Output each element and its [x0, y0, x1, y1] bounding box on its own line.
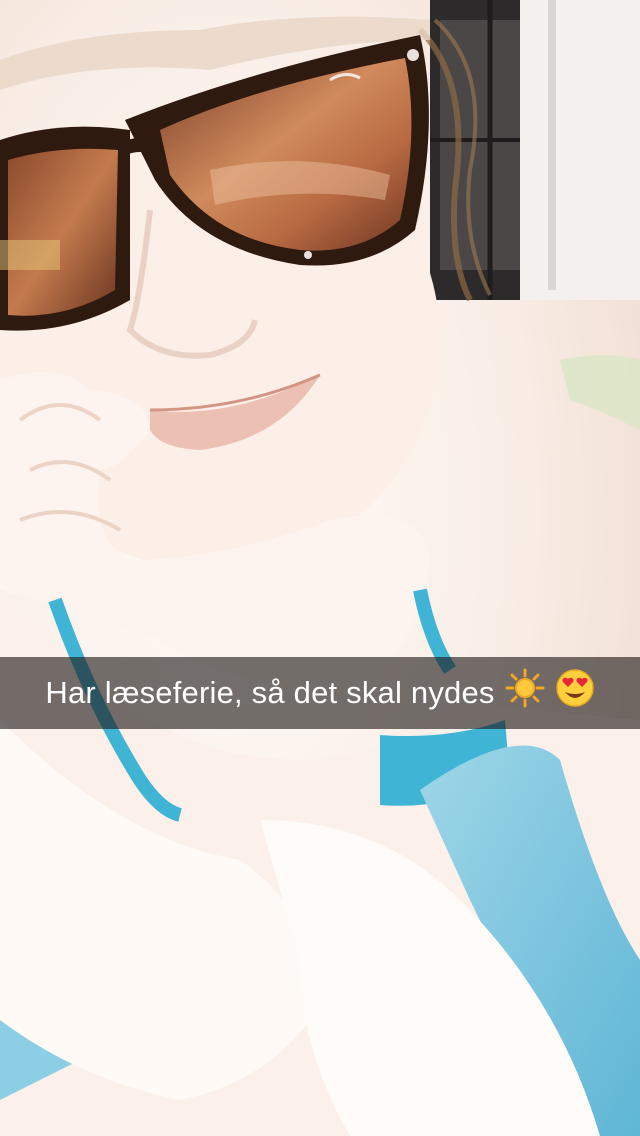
snap-view[interactable]: Har læseferie, så det skal nydes: [0, 0, 640, 1136]
sun-emoji: [505, 668, 545, 713]
caption-text: Har læseferie, så det skal nydes: [45, 675, 495, 710]
selfie-photo: [0, 0, 640, 1136]
heart-eyes-emoji: [555, 668, 595, 713]
caption-bar[interactable]: Har læseferie, så det skal nydes: [0, 657, 640, 729]
